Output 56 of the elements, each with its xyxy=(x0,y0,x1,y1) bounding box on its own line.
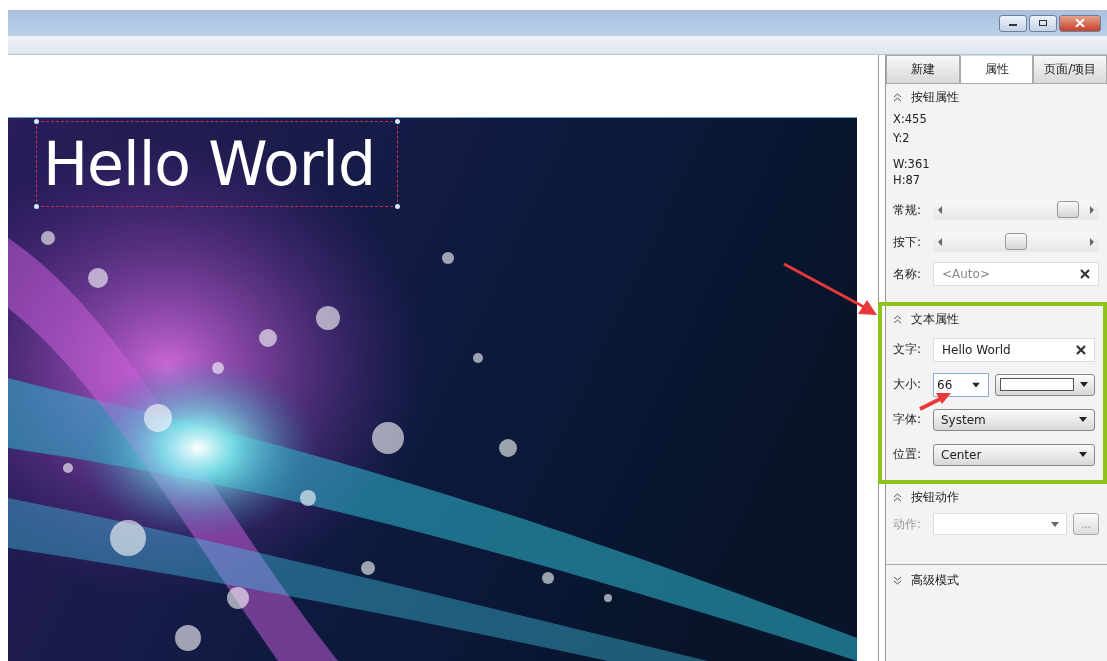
selection-frame[interactable]: Hello World xyxy=(36,121,398,207)
field-label: 常规: xyxy=(893,201,923,219)
panel-tab[interactable]: 页面/项目 xyxy=(1033,55,1107,83)
field-label: 名称: xyxy=(893,265,923,283)
coordinate-label: Y:2 xyxy=(893,130,911,147)
collapse-icon[interactable] xyxy=(893,314,902,324)
panel-tab[interactable]: 新建 xyxy=(886,55,960,83)
close-button[interactable] xyxy=(1059,14,1101,32)
coordinate-label: X:455 xyxy=(893,111,928,128)
collapse-icon[interactable] xyxy=(893,492,902,502)
field-label: 文字: xyxy=(893,341,923,358)
collapse-icon[interactable] xyxy=(893,92,902,102)
section-title: 高级模式 xyxy=(911,571,959,589)
left-arrow-icon[interactable] xyxy=(937,238,943,246)
slider[interactable] xyxy=(933,232,1099,252)
slider-thumb[interactable] xyxy=(1057,201,1080,218)
slider-thumb[interactable] xyxy=(1005,233,1027,250)
section-title: 按钮属性 xyxy=(911,88,959,106)
font-dropdown[interactable]: System xyxy=(933,408,1095,431)
dropdown-icon xyxy=(1079,452,1087,457)
dropdown-icon xyxy=(1051,521,1059,527)
resize-handle[interactable] xyxy=(34,119,39,124)
close-icon xyxy=(1075,19,1085,27)
expand-icon[interactable] xyxy=(893,575,902,585)
panel-tab[interactable]: 属性 xyxy=(959,55,1034,83)
field-label: 字体: xyxy=(893,411,923,428)
color-picker[interactable] xyxy=(995,373,1095,396)
name-field[interactable]: <Auto> xyxy=(933,262,1099,286)
right-arrow-icon[interactable] xyxy=(1089,206,1095,214)
button-text: Hello World xyxy=(43,129,376,199)
text-field[interactable]: Hello World xyxy=(933,337,1095,362)
size-combo[interactable]: 66 xyxy=(933,372,989,397)
field-label: 大小: xyxy=(893,376,923,393)
section-title: 按钮动作 xyxy=(911,488,959,506)
resize-handle[interactable] xyxy=(395,119,400,124)
right-arrow-icon[interactable] xyxy=(1089,238,1095,246)
field-label: 按下: xyxy=(893,233,923,251)
resize-handle[interactable] xyxy=(395,204,400,209)
arrow-annotation xyxy=(918,390,952,412)
dropdown-icon[interactable] xyxy=(972,382,980,387)
left-arrow-icon[interactable] xyxy=(937,206,943,214)
size-label: W:361 xyxy=(893,156,931,172)
clear-icon[interactable] xyxy=(1076,344,1086,355)
resize-handle[interactable] xyxy=(34,204,39,209)
minimize-button[interactable] xyxy=(999,14,1027,32)
field-label: 位置: xyxy=(893,446,923,463)
dropdown-icon[interactable] xyxy=(1080,382,1088,387)
maximize-button[interactable] xyxy=(1029,14,1057,32)
field-label: 动作: xyxy=(893,515,923,533)
dropdown-icon xyxy=(1079,417,1087,422)
size-label: H:87 xyxy=(893,172,922,188)
clear-icon[interactable] xyxy=(1080,269,1090,279)
slider[interactable] xyxy=(933,200,1099,220)
maximize-icon xyxy=(1038,19,1048,27)
position-dropdown[interactable]: Center xyxy=(933,443,1095,466)
section-title: 文本属性 xyxy=(911,310,959,328)
